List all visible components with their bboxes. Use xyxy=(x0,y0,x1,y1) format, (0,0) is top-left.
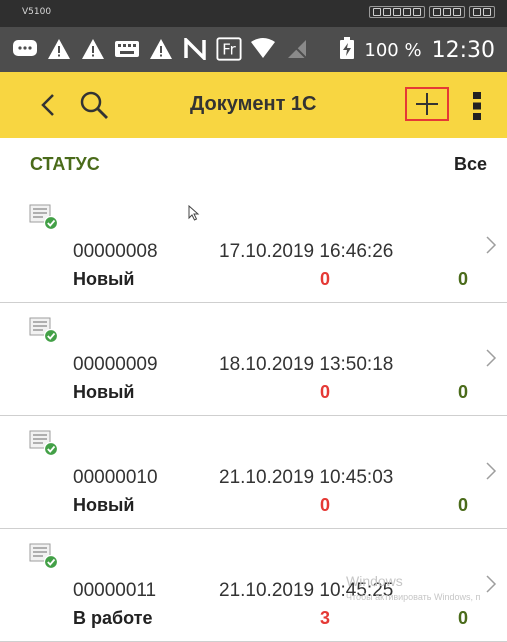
app-bar: Документ 1С xyxy=(0,72,507,138)
chevron-right-icon xyxy=(485,347,497,369)
hardware-indicator-group xyxy=(369,6,425,18)
fr-icon-label: Fr xyxy=(222,41,236,59)
more-options-button[interactable] xyxy=(470,91,484,121)
document-check-icon xyxy=(28,429,60,457)
mouse-cursor-icon xyxy=(188,204,200,221)
add-document-button[interactable] xyxy=(405,87,449,121)
warning-icon xyxy=(148,36,174,62)
document-date: 21.10.2019 10:45:03 xyxy=(219,467,394,488)
hardware-indicator-group xyxy=(469,6,495,18)
status-bar-right: 100 % 12:30 xyxy=(340,37,495,64)
chevron-right-icon xyxy=(485,234,497,256)
message-icon xyxy=(12,36,38,62)
document-check-icon xyxy=(28,542,60,570)
document-status: Новый xyxy=(73,495,135,515)
status-filter[interactable]: СТАТУС Все xyxy=(0,138,507,191)
notification-icons: Fr xyxy=(12,36,310,62)
document-count-red: 0 xyxy=(320,382,331,402)
fr-icon: Fr xyxy=(216,36,242,62)
document-count-red: 0 xyxy=(320,495,331,515)
device-frame-top: V5100 xyxy=(0,0,507,27)
status-bar: Fr 100 % 12:30 xyxy=(0,27,507,72)
document-status: Новый xyxy=(73,269,135,289)
document-count-red: 0 xyxy=(320,269,331,289)
hardware-indicator-group xyxy=(429,6,465,18)
list-item[interactable]: 00000010 21.10.2019 10:45:03 Новый 0 0 xyxy=(0,416,507,529)
chevron-right-icon xyxy=(485,460,497,482)
no-sim-icon xyxy=(284,36,310,62)
hardware-indicators xyxy=(369,6,495,18)
document-date: 21.10.2019 10:45:25 xyxy=(219,580,394,601)
search-icon xyxy=(80,91,108,119)
list-item[interactable]: 00000011 21.10.2019 10:45:25 В работе 3 … xyxy=(0,529,507,642)
status-filter-label: СТАТУС xyxy=(30,154,100,174)
page-title: Документ 1С xyxy=(190,93,317,115)
document-date: 17.10.2019 16:46:26 xyxy=(219,241,394,262)
document-count-green: 0 xyxy=(458,495,469,515)
device-model-label: V5100 xyxy=(22,7,52,17)
document-number: 00000009 xyxy=(73,354,158,375)
more-vertical-icon xyxy=(473,92,481,120)
document-count-green: 0 xyxy=(458,608,469,628)
search-button[interactable] xyxy=(78,89,110,121)
clock: 12:30 xyxy=(431,38,495,63)
nfc-icon xyxy=(182,36,208,62)
back-button[interactable] xyxy=(36,92,62,118)
document-number: 00000011 xyxy=(73,580,157,601)
document-check-icon xyxy=(28,316,60,344)
warning-icon xyxy=(80,36,106,62)
document-count-green: 0 xyxy=(458,269,469,289)
document-status: Новый xyxy=(73,382,135,402)
document-number: 00000010 xyxy=(73,467,158,488)
chevron-right-icon xyxy=(485,573,497,595)
battery-level: 100 % xyxy=(364,40,422,61)
document-count-red: 3 xyxy=(320,608,331,628)
chevron-left-icon xyxy=(41,94,54,116)
document-status: В работе xyxy=(73,608,153,628)
status-filter-value[interactable]: Все xyxy=(454,154,487,175)
document-list: 00000008 17.10.2019 16:46:26 Новый 0 0 0… xyxy=(0,190,507,642)
keyboard-icon xyxy=(114,36,140,62)
list-item[interactable]: 00000009 18.10.2019 13:50:18 Новый 0 0 xyxy=(0,303,507,416)
warning-icon xyxy=(46,36,72,62)
document-date: 18.10.2019 13:50:18 xyxy=(219,354,394,375)
battery-icon xyxy=(340,37,355,64)
wifi-icon xyxy=(250,36,276,62)
document-check-icon xyxy=(28,203,60,231)
list-item[interactable]: 00000008 17.10.2019 16:46:26 Новый 0 0 xyxy=(0,190,507,303)
document-count-green: 0 xyxy=(458,382,469,402)
document-number: 00000008 xyxy=(73,241,158,262)
plus-icon xyxy=(416,93,438,115)
